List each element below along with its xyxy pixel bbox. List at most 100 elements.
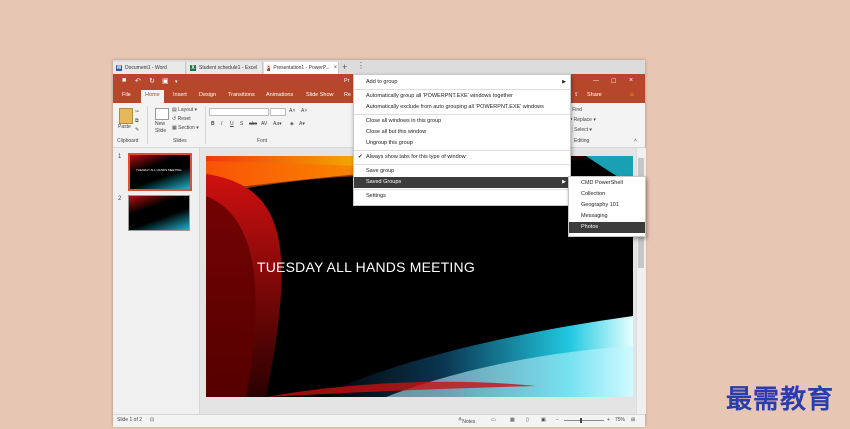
save-icon[interactable]: ■	[122, 77, 126, 84]
reset-label: Reset	[177, 116, 191, 122]
more-options-icon[interactable]: ⋮	[357, 61, 365, 71]
menu-separator	[354, 164, 570, 165]
tab-word-document[interactable]: W Document1 - Word	[113, 62, 186, 74]
excel-icon: X	[190, 65, 196, 71]
shadow-icon[interactable]: S	[240, 121, 243, 127]
slide-thumbnail-2[interactable]	[128, 195, 190, 231]
cut-icon[interactable]: ✂	[135, 109, 139, 115]
powerpoint-icon: P	[267, 65, 271, 71]
layout-label: Layout	[178, 107, 194, 113]
new-slide-icon[interactable]	[155, 108, 169, 120]
customize-qat-icon[interactable]: ▾	[175, 79, 178, 85]
window-close-icon[interactable]: ×	[629, 77, 633, 84]
normal-view-icon[interactable]: ▭	[491, 417, 496, 423]
saved-group-collection[interactable]: Collection	[569, 189, 645, 200]
clear-formatting-icon[interactable]: ◈	[290, 121, 294, 127]
menu-item-settings[interactable]: Settings	[354, 191, 570, 202]
tab-file[interactable]: File	[122, 92, 131, 98]
menu-item-saved-groups[interactable]: Saved Groups ▶	[354, 177, 570, 188]
zoom-slider-thumb[interactable]	[580, 418, 582, 423]
menu-item-close-all-but-this[interactable]: Close all but this window	[354, 127, 570, 138]
shrink-font-icon[interactable]: A˅	[301, 108, 307, 114]
tab-design[interactable]: Design	[199, 92, 216, 98]
menu-item-label: Add to group	[366, 79, 398, 85]
character-spacing-icon[interactable]: AV	[261, 121, 267, 127]
format-painter-icon[interactable]: ✎	[135, 127, 139, 133]
close-icon[interactable]: ×	[334, 65, 338, 71]
minimize-icon[interactable]: —	[593, 78, 599, 84]
checkmark-icon: ✔	[358, 154, 363, 160]
grow-font-icon[interactable]: A˄	[289, 108, 295, 114]
font-color-icon[interactable]: A▾	[299, 121, 305, 127]
slide-thumbnail-1[interactable]: TUESDAY ALL HANDS MEETING	[128, 153, 192, 191]
tab-excel-schedule[interactable]: X Student schedule1 - Excel	[187, 62, 263, 74]
tab-home[interactable]: Home	[141, 90, 164, 103]
underline-icon[interactable]: U	[230, 121, 234, 127]
replace-button[interactable]: ⇄ Replace ▾	[568, 117, 596, 123]
menu-separator	[354, 89, 570, 90]
menu-item-always-show-tabs[interactable]: ✔ Always show tabs for this type of wind…	[354, 152, 570, 163]
saved-group-geography-101[interactable]: Geography 101	[569, 200, 645, 211]
font-group-label: Font	[257, 138, 268, 144]
menu-item-add-to-group[interactable]: Add to group ▶	[354, 77, 570, 88]
tab-transitions[interactable]: Transitions	[228, 92, 255, 98]
replace-label: Replace	[573, 117, 592, 123]
tab-review[interactable]: Re	[344, 92, 351, 98]
change-case-icon[interactable]: Aa▾	[273, 121, 282, 127]
new-slide-button[interactable]: New Slide	[155, 121, 166, 135]
collapse-ribbon-icon[interactable]: ˄	[634, 138, 637, 144]
notes-button[interactable]: ≙ Notes	[458, 417, 475, 425]
tab-slide-show[interactable]: Slide Show	[306, 92, 334, 98]
section-button[interactable]: ▦ Section ▾	[172, 125, 199, 131]
menu-item-close-all-in-group[interactable]: Close all windows in this group	[354, 116, 570, 127]
font-name-field[interactable]	[209, 108, 269, 116]
select-button[interactable]: ⬚ Select ▾	[568, 127, 592, 133]
tab-insert[interactable]: Insert	[173, 92, 187, 98]
watermark-logo: 最需教育	[726, 385, 835, 415]
menu-item-label: Saved Groups	[366, 179, 402, 185]
italic-icon[interactable]: I	[221, 121, 222, 127]
redo-icon[interactable]: ↻	[149, 77, 155, 85]
find-label: Find	[572, 107, 582, 113]
saved-group-messaging[interactable]: Messaging	[569, 211, 645, 222]
slide-sorter-icon[interactable]: ▦	[510, 417, 515, 423]
zoom-level[interactable]: 75%	[615, 417, 625, 423]
slide-count: Slide 1 of 2	[117, 417, 143, 423]
present-icon[interactable]: ▣	[162, 77, 169, 85]
notes-label: Notes	[462, 419, 476, 425]
maximize-icon[interactable]: ☐	[611, 78, 616, 85]
zoom-slider[interactable]	[564, 420, 604, 421]
copy-icon[interactable]: ⧉	[135, 118, 139, 124]
layout-button[interactable]: ▤ Layout ▾	[172, 107, 197, 113]
slideshow-view-icon[interactable]: ▣	[541, 417, 546, 423]
share-icon[interactable]: ⇪	[574, 92, 579, 98]
menu-item-ungroup[interactable]: Ungroup this group	[354, 138, 570, 149]
saved-group-photos[interactable]: Photos	[569, 222, 645, 233]
reset-button[interactable]: ↺ Reset	[172, 116, 191, 122]
tab-label: Presentation1 - PowerP...	[273, 65, 330, 71]
group-separator	[147, 106, 148, 144]
paste-button[interactable]: Paste	[118, 124, 131, 130]
fit-to-window-icon[interactable]: ⊞	[631, 417, 635, 423]
paste-icon[interactable]	[119, 108, 133, 124]
saved-group-cmd-powershell[interactable]: CMD PowerShell	[569, 178, 645, 189]
new-tab-plus-icon[interactable]: +	[342, 62, 347, 72]
smiley-feedback-icon[interactable]: ☺	[629, 92, 635, 98]
menu-item-auto-group[interactable]: Automatically group all 'POWERPNT.EXE' w…	[354, 91, 570, 102]
strikethrough-icon[interactable]: abc	[249, 121, 257, 127]
thumbnail-number: 1	[118, 154, 122, 160]
bold-icon[interactable]: B	[211, 121, 215, 127]
slide-title[interactable]: TUESDAY ALL HANDS MEETING	[257, 259, 475, 275]
spell-check-icon[interactable]: ⊡	[150, 417, 154, 423]
zoom-out-icon[interactable]: −	[556, 417, 559, 423]
menu-item-save-group[interactable]: Save group	[354, 166, 570, 177]
tab-powerpoint-presentation[interactable]: P Presentation1 - PowerP... ×	[264, 62, 339, 74]
clipboard-group-label: Clipboard	[117, 138, 139, 144]
zoom-in-icon[interactable]: +	[607, 417, 610, 423]
font-size-field[interactable]	[270, 108, 286, 116]
tab-animations[interactable]: Animations	[266, 92, 293, 98]
menu-item-auto-exclude[interactable]: Automatically exclude from auto grouping…	[354, 102, 570, 113]
share-button[interactable]: Share	[587, 92, 602, 98]
undo-icon[interactable]: ↶	[135, 77, 141, 85]
reading-view-icon[interactable]: ▯	[526, 417, 529, 423]
